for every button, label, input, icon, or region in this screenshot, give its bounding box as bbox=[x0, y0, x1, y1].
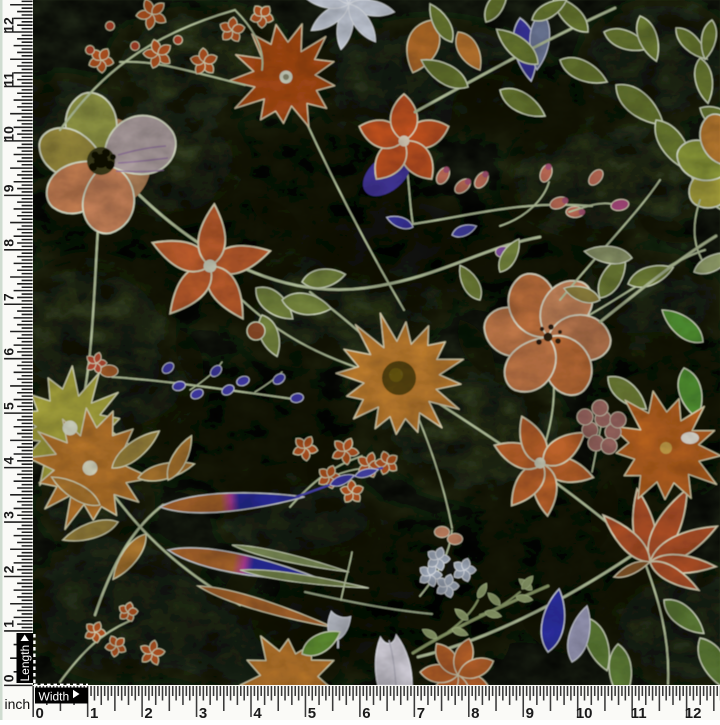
svg-text:11: 11 bbox=[1, 72, 17, 87]
svg-text:6: 6 bbox=[362, 705, 370, 720]
svg-text:4: 4 bbox=[1, 456, 17, 464]
svg-text:8: 8 bbox=[471, 705, 479, 720]
svg-text:12: 12 bbox=[1, 17, 17, 33]
svg-text:0: 0 bbox=[1, 674, 17, 682]
svg-text:inch: inch bbox=[5, 696, 31, 712]
svg-text:9: 9 bbox=[1, 184, 17, 192]
svg-text:9: 9 bbox=[526, 705, 534, 720]
svg-text:5: 5 bbox=[308, 705, 316, 720]
svg-text:5: 5 bbox=[1, 402, 17, 410]
svg-text:3: 3 bbox=[199, 705, 207, 720]
svg-text:7: 7 bbox=[417, 705, 425, 720]
svg-text:3: 3 bbox=[1, 511, 17, 519]
svg-text:7: 7 bbox=[1, 293, 17, 301]
svg-text:6: 6 bbox=[1, 348, 17, 356]
svg-text:Length: Length bbox=[18, 645, 32, 682]
svg-text:4: 4 bbox=[253, 705, 262, 720]
svg-text:2: 2 bbox=[1, 565, 17, 573]
svg-text:1: 1 bbox=[90, 705, 98, 720]
svg-text:0: 0 bbox=[36, 705, 44, 720]
svg-text:2: 2 bbox=[144, 705, 152, 720]
svg-text:8: 8 bbox=[1, 239, 17, 247]
svg-text:12: 12 bbox=[685, 705, 702, 720]
svg-text:11: 11 bbox=[631, 705, 647, 720]
svg-text:10: 10 bbox=[576, 705, 593, 720]
svg-text:10: 10 bbox=[1, 126, 17, 142]
svg-text:1: 1 bbox=[1, 620, 17, 628]
svg-text:Width: Width bbox=[38, 689, 69, 703]
